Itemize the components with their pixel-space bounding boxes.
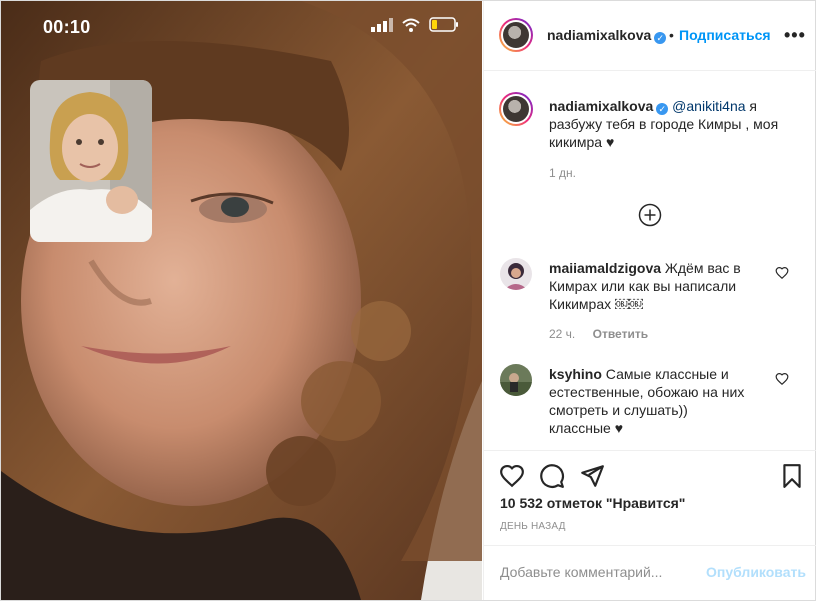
load-more-comments-icon[interactable] [638, 203, 662, 227]
post-date[interactable]: День назад [500, 521, 566, 532]
comment-bubble-icon[interactable] [539, 463, 565, 489]
caption-timestamp[interactable]: 1 дн. [549, 166, 576, 180]
caption-username[interactable]: nadiamixalkova [549, 98, 653, 114]
reply-button[interactable]: Ответить [593, 327, 648, 341]
comment-username[interactable]: ksyhino [549, 366, 602, 382]
caption-avatar[interactable] [499, 92, 533, 126]
post-sidebar: nadiamixalkova ✓ • Подписаться ••• nadiam… [483, 1, 816, 600]
verified-badge-icon: ✓ [656, 103, 669, 115]
status-bar-time: 00:10 [43, 17, 91, 37]
author-username-text[interactable]: nadiamixalkova [547, 27, 651, 43]
status-bar-icons [371, 17, 459, 32]
wifi-icon [402, 18, 420, 32]
comments-list[interactable]: nadiamixalkova ✓ @anikiti4na я разбужу те… [484, 72, 816, 450]
instagram-post: 00:10 nadiamixalkova ✓ • Подписаться •••… [0, 0, 816, 601]
verified-badge-icon: ✓ [654, 32, 667, 44]
follow-button[interactable]: Подписаться [679, 27, 771, 43]
pip-person-photo [30, 80, 152, 242]
more-options-icon[interactable]: ••• [784, 25, 806, 46]
share-send-icon[interactable] [579, 463, 605, 489]
post-header: nadiamixalkova ✓ • Подписаться ••• [484, 1, 816, 71]
publish-button[interactable]: Опубликовать [706, 564, 806, 580]
facetime-pip-window [30, 80, 152, 242]
battery-icon [429, 17, 458, 32]
comment-input[interactable] [500, 564, 700, 580]
comment-item: ksyhino Самые классные и естественные, о… [549, 365, 749, 437]
cellular-signal-icon [371, 17, 393, 32]
post-caption: nadiamixalkova ✓ @anikiti4na я разбужу те… [549, 97, 789, 151]
like-comment-heart-icon[interactable] [775, 266, 789, 280]
comment-item: maiiamaldzigova Ждём вас в Кимрах или ка… [549, 259, 749, 313]
comment-time[interactable]: 22 ч. [549, 327, 575, 341]
like-comment-heart-icon[interactable] [775, 372, 789, 386]
caption-mention[interactable]: @anikiti4na [672, 98, 745, 114]
save-bookmark-icon[interactable] [779, 463, 805, 489]
comment-avatar[interactable] [500, 364, 532, 396]
post-photo[interactable]: 00:10 [1, 1, 482, 600]
like-heart-icon[interactable] [499, 463, 525, 489]
comment-avatar[interactable] [500, 258, 532, 290]
add-comment-bar: Опубликовать [484, 545, 816, 600]
post-actions: 10 532 отметок "Нравится" День назад [484, 450, 816, 546]
author-username[interactable]: nadiamixalkova ✓ [547, 27, 667, 44]
comment-meta: 22 ч. Ответить [549, 327, 662, 341]
comment-username[interactable]: maiiamaldzigova [549, 260, 661, 276]
author-avatar[interactable] [499, 18, 533, 52]
separator-dot: • [669, 27, 674, 43]
likes-count[interactable]: 10 532 отметок "Нравится" [500, 495, 685, 511]
